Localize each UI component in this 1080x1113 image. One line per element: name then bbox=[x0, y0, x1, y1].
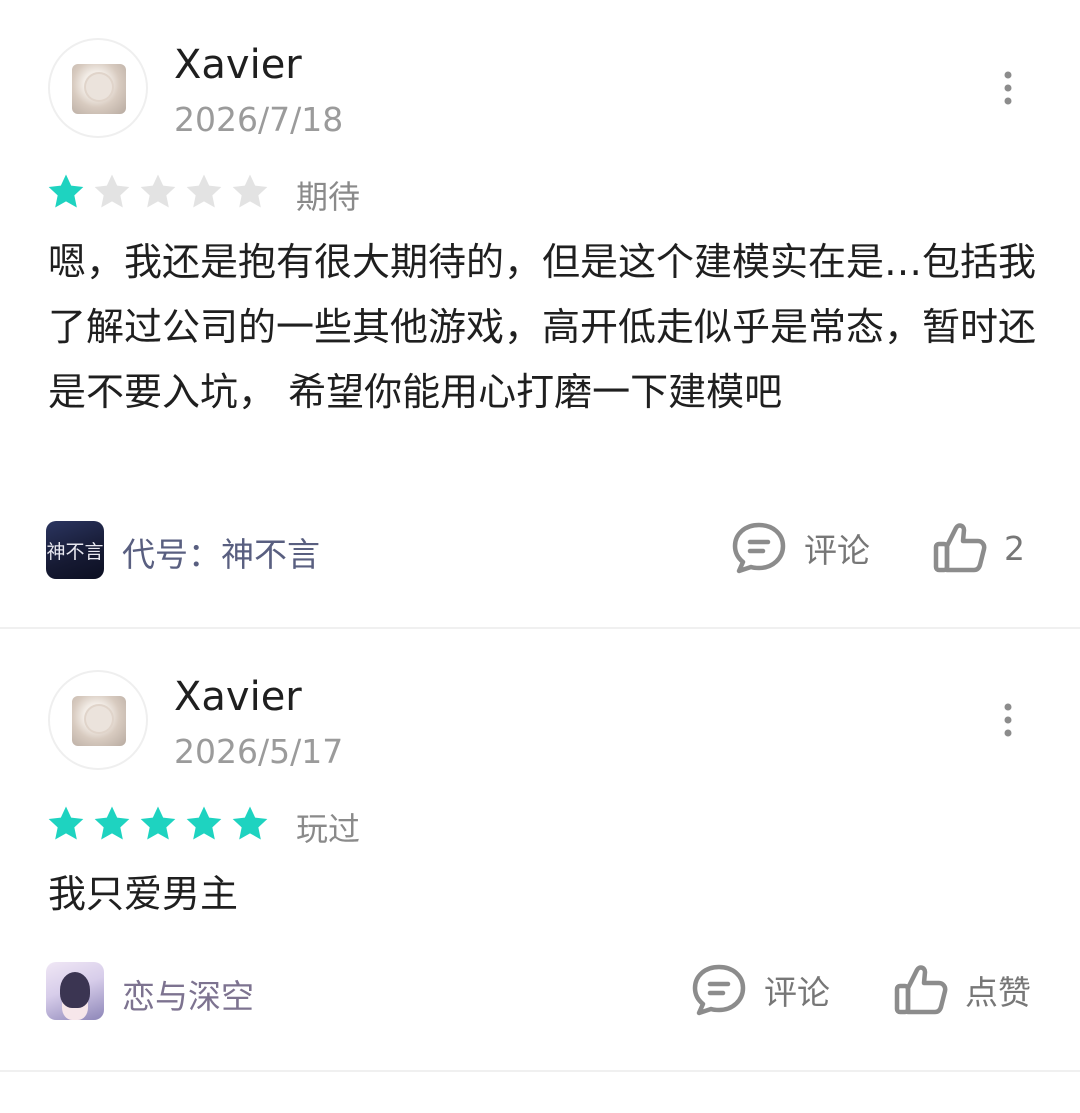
review-content[interactable]: 我只爱男主 bbox=[48, 862, 1038, 927]
star-rating bbox=[46, 804, 270, 844]
review-content[interactable]: 嗯，我还是抱有很大期待的，但是这个建模实在是…包括我了解过公司的一些其他游戏，高… bbox=[48, 230, 1038, 425]
game-icon[interactable] bbox=[46, 962, 104, 1020]
star-icon bbox=[94, 806, 130, 840]
game-name[interactable]: 代号：神不言 bbox=[122, 528, 320, 576]
star-icon bbox=[48, 806, 84, 840]
review-date: 2026/5/17 bbox=[174, 732, 344, 771]
rating-tag: 期待 bbox=[296, 178, 361, 216]
game-icon[interactable]: 神不言 bbox=[46, 521, 104, 579]
star-icon bbox=[140, 806, 176, 840]
divider bbox=[0, 627, 1080, 629]
thumbs-up-icon bbox=[933, 523, 987, 573]
star-icon bbox=[186, 806, 222, 840]
star-icon bbox=[232, 806, 268, 840]
username[interactable]: Xavier bbox=[174, 42, 302, 88]
user-avatar[interactable] bbox=[48, 670, 148, 770]
review-card: Xavier 2026/5/17 玩过 我只爱男主 恋与深空 评论 点赞 bbox=[0, 630, 1080, 1070]
comment-button[interactable]: 评论 bbox=[690, 962, 830, 1018]
comment-bubble-icon bbox=[692, 964, 746, 1016]
star-icon bbox=[186, 174, 222, 208]
star-icon bbox=[232, 174, 268, 208]
username[interactable]: Xavier bbox=[174, 674, 302, 720]
review-date: 2026/7/18 bbox=[174, 100, 344, 139]
more-vertical-icon bbox=[1004, 71, 1012, 105]
comment-label: 评论 bbox=[804, 531, 870, 570]
user-avatar[interactable] bbox=[48, 38, 148, 138]
more-options-button[interactable] bbox=[988, 690, 1028, 750]
like-label: 点赞 bbox=[965, 973, 1031, 1012]
more-vertical-icon bbox=[1004, 703, 1012, 737]
more-options-button[interactable] bbox=[988, 58, 1028, 118]
star-rating bbox=[46, 172, 270, 212]
game-name[interactable]: 恋与深空 bbox=[122, 970, 254, 1018]
comment-button[interactable]: 评论 bbox=[730, 520, 870, 576]
review-card: Xavier 2026/7/18 期待 嗯，我还是抱有很大期待的，但是这个建模实… bbox=[0, 0, 1080, 628]
star-icon bbox=[94, 174, 130, 208]
like-count: 2 bbox=[1004, 528, 1025, 568]
like-button[interactable]: 2 bbox=[932, 520, 1025, 576]
like-button[interactable]: 点赞 bbox=[893, 962, 1031, 1018]
divider bbox=[0, 1070, 1080, 1072]
star-icon bbox=[48, 174, 84, 208]
star-icon bbox=[140, 174, 176, 208]
thumbs-up-icon bbox=[894, 965, 948, 1015]
comment-bubble-icon bbox=[732, 522, 786, 574]
comment-label: 评论 bbox=[764, 973, 830, 1012]
rating-tag: 玩过 bbox=[296, 810, 361, 848]
